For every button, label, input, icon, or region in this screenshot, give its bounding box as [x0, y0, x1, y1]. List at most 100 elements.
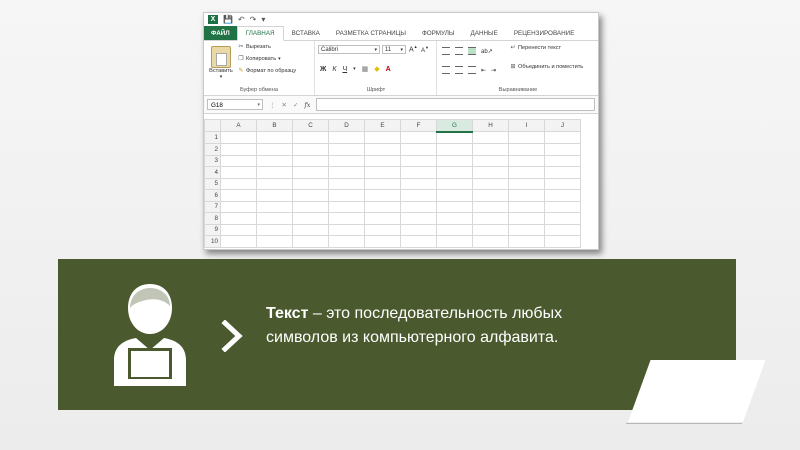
cell[interactable]	[220, 166, 257, 179]
align-left-icon[interactable]	[442, 66, 450, 74]
cell[interactable]	[364, 189, 401, 202]
cell[interactable]	[400, 212, 437, 225]
cell[interactable]	[220, 177, 257, 190]
cell[interactable]	[328, 131, 365, 144]
cell[interactable]	[292, 235, 329, 248]
cell[interactable]	[436, 200, 473, 213]
column-header-a[interactable]: A	[220, 119, 257, 132]
customize-qat-icon[interactable]: ▾	[261, 15, 265, 24]
cell[interactable]	[328, 143, 365, 156]
cell[interactable]	[472, 131, 509, 144]
tab-page-layout[interactable]: РАЗМЕТКА СТРАНИЦЫ	[328, 26, 414, 40]
cell[interactable]	[256, 200, 293, 213]
column-header-b[interactable]: B	[256, 119, 293, 132]
orientation-icon[interactable]: ab↗	[481, 48, 493, 55]
cell[interactable]	[436, 189, 473, 202]
align-center-icon[interactable]	[455, 66, 463, 74]
cell[interactable]	[328, 177, 365, 190]
wrap-text-button[interactable]: ↵ Перенести текст	[510, 45, 561, 51]
column-header-i[interactable]: I	[508, 119, 545, 132]
cell[interactable]	[544, 200, 581, 213]
cell[interactable]	[472, 166, 509, 179]
cell[interactable]	[256, 223, 293, 236]
font-color-icon[interactable]: A	[386, 66, 391, 73]
cell[interactable]	[508, 177, 545, 190]
grow-font-icon[interactable]: A▲	[409, 44, 418, 53]
insert-function-button[interactable]: fx	[304, 101, 310, 109]
cell[interactable]	[508, 235, 545, 248]
cell[interactable]	[364, 166, 401, 179]
cell[interactable]	[400, 166, 437, 179]
tab-insert[interactable]: ВСТАВКА	[284, 26, 328, 40]
row-header[interactable]: 2	[204, 143, 221, 156]
cell[interactable]	[436, 166, 473, 179]
font-name-select[interactable]: Calibri ▾	[318, 45, 380, 54]
cell[interactable]	[328, 223, 365, 236]
paste-button[interactable]: Вставить ▾	[207, 46, 235, 80]
cell[interactable]	[256, 235, 293, 248]
undo-icon[interactable]: ↶	[238, 15, 245, 24]
cell[interactable]	[472, 212, 509, 225]
cell[interactable]	[436, 143, 473, 156]
cell[interactable]	[364, 223, 401, 236]
align-top-icon[interactable]	[442, 47, 450, 55]
cell[interactable]	[220, 143, 257, 156]
column-header-e[interactable]: E	[364, 119, 401, 132]
cell[interactable]	[364, 212, 401, 225]
row-header[interactable]: 3	[204, 154, 221, 167]
cell[interactable]	[400, 131, 437, 144]
column-header-g[interactable]: G	[436, 119, 473, 133]
cell[interactable]	[508, 131, 545, 144]
cell[interactable]	[544, 154, 581, 167]
increase-indent-icon[interactable]: ⇥	[491, 67, 496, 74]
cell[interactable]	[508, 212, 545, 225]
cell[interactable]	[292, 200, 329, 213]
cell[interactable]	[292, 154, 329, 167]
cell[interactable]	[292, 177, 329, 190]
cell[interactable]	[436, 154, 473, 167]
format-painter-button[interactable]: ✎ Формат по образцу	[238, 68, 296, 74]
cell[interactable]	[220, 189, 257, 202]
cell[interactable]	[364, 154, 401, 167]
cell[interactable]	[256, 154, 293, 167]
cell[interactable]	[220, 223, 257, 236]
cell[interactable]	[436, 131, 473, 144]
cell[interactable]	[364, 131, 401, 144]
cell[interactable]	[508, 166, 545, 179]
cell[interactable]	[256, 177, 293, 190]
row-header[interactable]: 4	[204, 166, 221, 179]
row-header[interactable]: 9	[204, 223, 221, 236]
cell[interactable]	[292, 143, 329, 156]
cell[interactable]	[292, 189, 329, 202]
copy-button[interactable]: ❐ Копировать ▾	[238, 56, 280, 62]
cell[interactable]	[364, 235, 401, 248]
cell[interactable]	[292, 131, 329, 144]
tab-formulas[interactable]: ФОРМУЛЫ	[414, 26, 463, 40]
cell[interactable]	[400, 189, 437, 202]
cell[interactable]	[472, 177, 509, 190]
cell[interactable]	[400, 143, 437, 156]
cell[interactable]	[508, 154, 545, 167]
select-all-corner[interactable]	[204, 119, 221, 132]
cell[interactable]	[436, 212, 473, 225]
cell[interactable]	[544, 177, 581, 190]
cell[interactable]	[472, 200, 509, 213]
cell[interactable]	[328, 166, 365, 179]
bold-button[interactable]: Ж	[320, 66, 326, 73]
column-header-d[interactable]: D	[328, 119, 365, 132]
cell[interactable]	[292, 166, 329, 179]
column-header-h[interactable]: H	[472, 119, 509, 132]
cell[interactable]	[400, 235, 437, 248]
cell[interactable]	[220, 212, 257, 225]
cell[interactable]	[508, 189, 545, 202]
column-header-c[interactable]: C	[292, 119, 329, 132]
cell[interactable]	[544, 189, 581, 202]
row-header[interactable]: 1	[204, 131, 221, 144]
save-icon[interactable]: 💾	[223, 15, 233, 24]
cell[interactable]	[328, 212, 365, 225]
cell[interactable]	[364, 177, 401, 190]
cell[interactable]	[436, 177, 473, 190]
cell[interactable]	[292, 212, 329, 225]
cell[interactable]	[436, 235, 473, 248]
borders-icon[interactable]: ▦	[362, 65, 369, 73]
